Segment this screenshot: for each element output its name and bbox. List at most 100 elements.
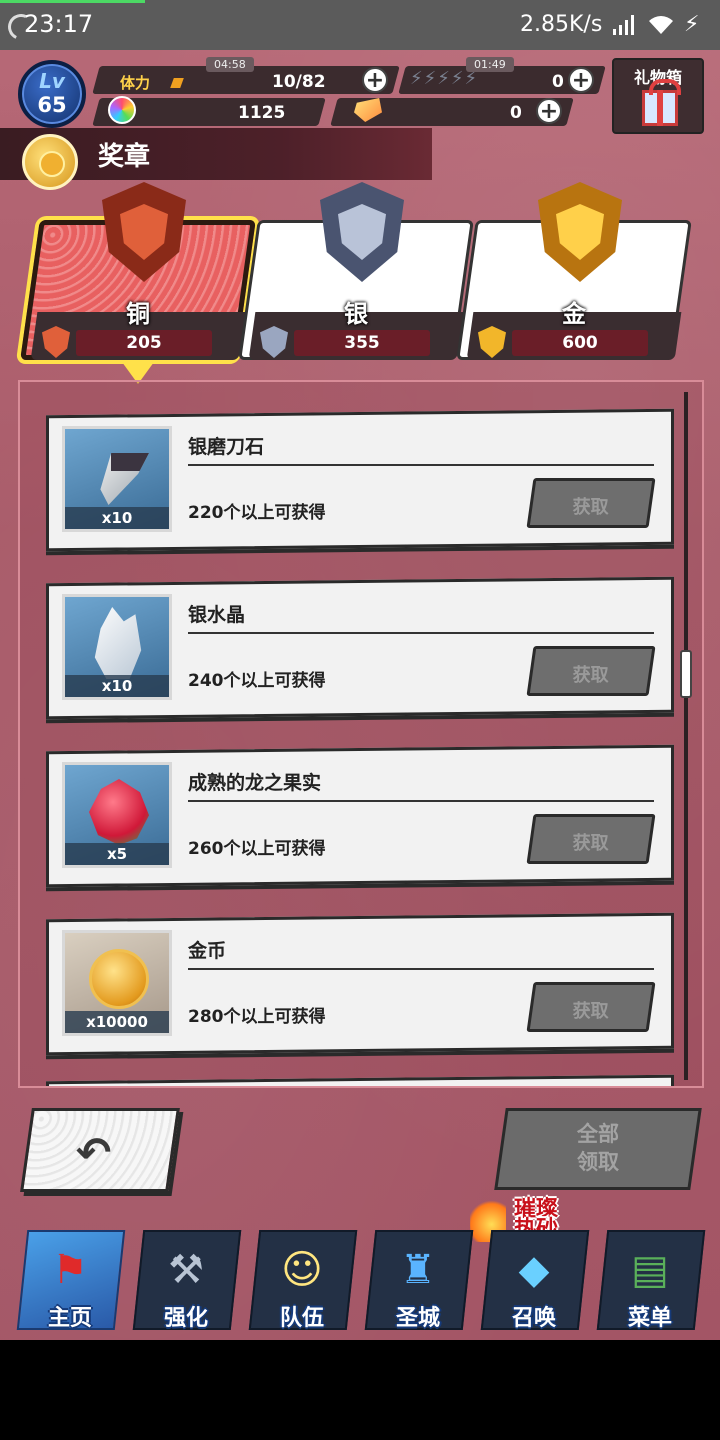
nav-enhance[interactable]: ⚒ 强化	[130, 1222, 242, 1332]
item-name: 金币	[188, 940, 227, 962]
gift-box-button[interactable]: 礼物箱	[612, 58, 704, 134]
level-label: Lv	[39, 69, 65, 93]
list-item: x10 银水晶 240个以上可获得 获取	[46, 576, 674, 720]
tab-silver[interactable]: 银 355	[238, 182, 474, 360]
whetstone-icon	[100, 453, 149, 505]
nav-label: 主页	[47, 1306, 92, 1331]
claim-button[interactable]: 获取	[526, 814, 656, 864]
clock-time: 23:17	[24, 10, 94, 38]
claim-label: 获取	[572, 1001, 609, 1022]
add-orange-gem-button[interactable]: +	[536, 98, 562, 124]
section-header: 奖章	[0, 128, 432, 190]
scrollbar-thumb[interactable]	[680, 650, 692, 698]
claim-button[interactable]: 获取	[526, 646, 656, 696]
nav-home[interactable]: ⚑ 主页	[14, 1222, 126, 1332]
tab-gold[interactable]: 金 600	[456, 182, 692, 360]
back-arrow-icon: ↶	[76, 1128, 112, 1177]
signal-icon	[613, 15, 634, 35]
nav-summon[interactable]: ◆ 召唤	[478, 1222, 590, 1332]
hammer-icon: ⚒	[168, 1247, 204, 1293]
crest-core	[556, 204, 604, 260]
claim-label: 获取	[572, 497, 609, 518]
stamina-value: 10/82	[272, 72, 326, 92]
tab-label: 银	[344, 300, 368, 328]
player-level-badge[interactable]: Lv 65	[18, 60, 86, 128]
tab-count: 355	[294, 330, 430, 356]
orange-gem-value: 0	[510, 103, 522, 123]
book-icon: ▤	[631, 1247, 669, 1293]
nav-label: 强化	[163, 1306, 208, 1331]
feather-value: 0	[552, 72, 564, 92]
claim-all-line-2: 领取	[577, 1150, 619, 1174]
add-feather-button[interactable]: +	[568, 67, 594, 93]
home-flag-icon: ⚑	[52, 1247, 88, 1293]
divider	[188, 632, 654, 634]
list-item-partial	[46, 1074, 674, 1086]
stamina-timer: 04:58	[206, 57, 254, 72]
list-item: x10000 金币 280个以上可获得 获取	[46, 912, 674, 1056]
stamina-label: 体力	[120, 74, 151, 92]
item-icon-frame: x5	[62, 762, 172, 868]
rainbow-gem-value: 1125	[238, 103, 286, 123]
item-icon-frame: x10	[62, 594, 172, 700]
claim-label: 获取	[572, 665, 609, 686]
list-item: x10 银磨刀石 220个以上可获得 获取	[46, 408, 674, 552]
item-name: 成熟的龙之果实	[188, 772, 322, 794]
item-condition: 220个以上可获得	[188, 503, 326, 523]
divider	[188, 968, 654, 970]
network-speed: 2.85K/s	[520, 12, 603, 37]
player-level: 65	[37, 93, 67, 117]
crystal-icon	[94, 607, 142, 679]
item-condition: 240个以上可获得	[188, 671, 326, 691]
claim-all-button[interactable]: 全部 领取	[494, 1108, 702, 1190]
item-condition: 260个以上可获得	[188, 839, 326, 859]
item-name: 银水晶	[188, 604, 246, 626]
game-screen: 23:17 2.85K/s ⚡ Lv 65 体力 04:58 10/82 + ⚡…	[0, 0, 720, 1340]
bottom-nav: 璀璨 热砂 ⚑ 主页 ⚒ 强化 ☺ 队伍 ♜ 圣城 ◆ 召唤	[0, 1198, 720, 1340]
claim-button[interactable]: 获取	[526, 982, 656, 1032]
nav-label: 圣城	[395, 1306, 440, 1331]
divider	[188, 800, 654, 802]
coin-icon	[89, 949, 149, 1009]
nav-label: 召唤	[511, 1306, 556, 1331]
item-quantity: x10000	[65, 1011, 169, 1033]
page-title: 奖章	[98, 142, 151, 172]
reward-list[interactable]: x10 银磨刀石 220个以上可获得 获取 x10 银水晶 240个以上可获得 …	[18, 380, 704, 1088]
nav-party[interactable]: ☺ 队伍	[246, 1222, 358, 1332]
tab-bronze[interactable]: 铜 205	[20, 182, 256, 360]
dragonfruit-icon	[89, 779, 149, 845]
nav-holy-city[interactable]: ♜ 圣城	[362, 1222, 474, 1332]
crest-core	[120, 204, 168, 260]
claim-label: 获取	[572, 833, 609, 854]
tab-count: 205	[76, 330, 212, 356]
item-quantity: x5	[65, 843, 169, 865]
crest-core	[338, 204, 386, 260]
item-quantity: x10	[65, 675, 169, 697]
item-quantity: x10	[65, 507, 169, 529]
item-name: 银磨刀石	[188, 436, 265, 458]
add-stamina-button[interactable]: +	[362, 67, 388, 93]
list-item: x5 成熟的龙之果实 260个以上可获得 获取	[46, 744, 674, 888]
claim-all-label: 全部 领取	[500, 1120, 696, 1176]
nav-label: 队伍	[279, 1306, 324, 1331]
tab-label: 铜	[126, 300, 150, 328]
charging-bolt-icon: ⚡	[684, 12, 700, 37]
divider	[188, 464, 654, 466]
gift-box-icon	[642, 79, 681, 126]
rainbow-gem-icon	[108, 96, 136, 124]
item-condition: 280个以上可获得	[188, 1007, 326, 1027]
nav-menu[interactable]: ▤ 菜单	[594, 1222, 706, 1332]
card-background	[46, 1074, 674, 1086]
tab-count: 600	[512, 330, 648, 356]
resource-bar: Lv 65 体力 04:58 10/82 + ⚡⚡⚡⚡⚡ 01:49 0 + 1…	[0, 52, 720, 134]
claim-button[interactable]: 获取	[526, 478, 656, 528]
back-button[interactable]: ↶	[20, 1108, 180, 1192]
medal-icon	[22, 134, 78, 190]
tab-label: 金	[562, 300, 586, 328]
castle-icon: ♜	[400, 1247, 436, 1293]
item-icon-frame: x10	[62, 426, 172, 532]
status-bar: 23:17 2.85K/s ⚡	[0, 0, 720, 50]
party-icon: ☺	[281, 1247, 323, 1293]
scrollbar-track[interactable]	[684, 392, 688, 1080]
progress-line	[0, 0, 145, 3]
